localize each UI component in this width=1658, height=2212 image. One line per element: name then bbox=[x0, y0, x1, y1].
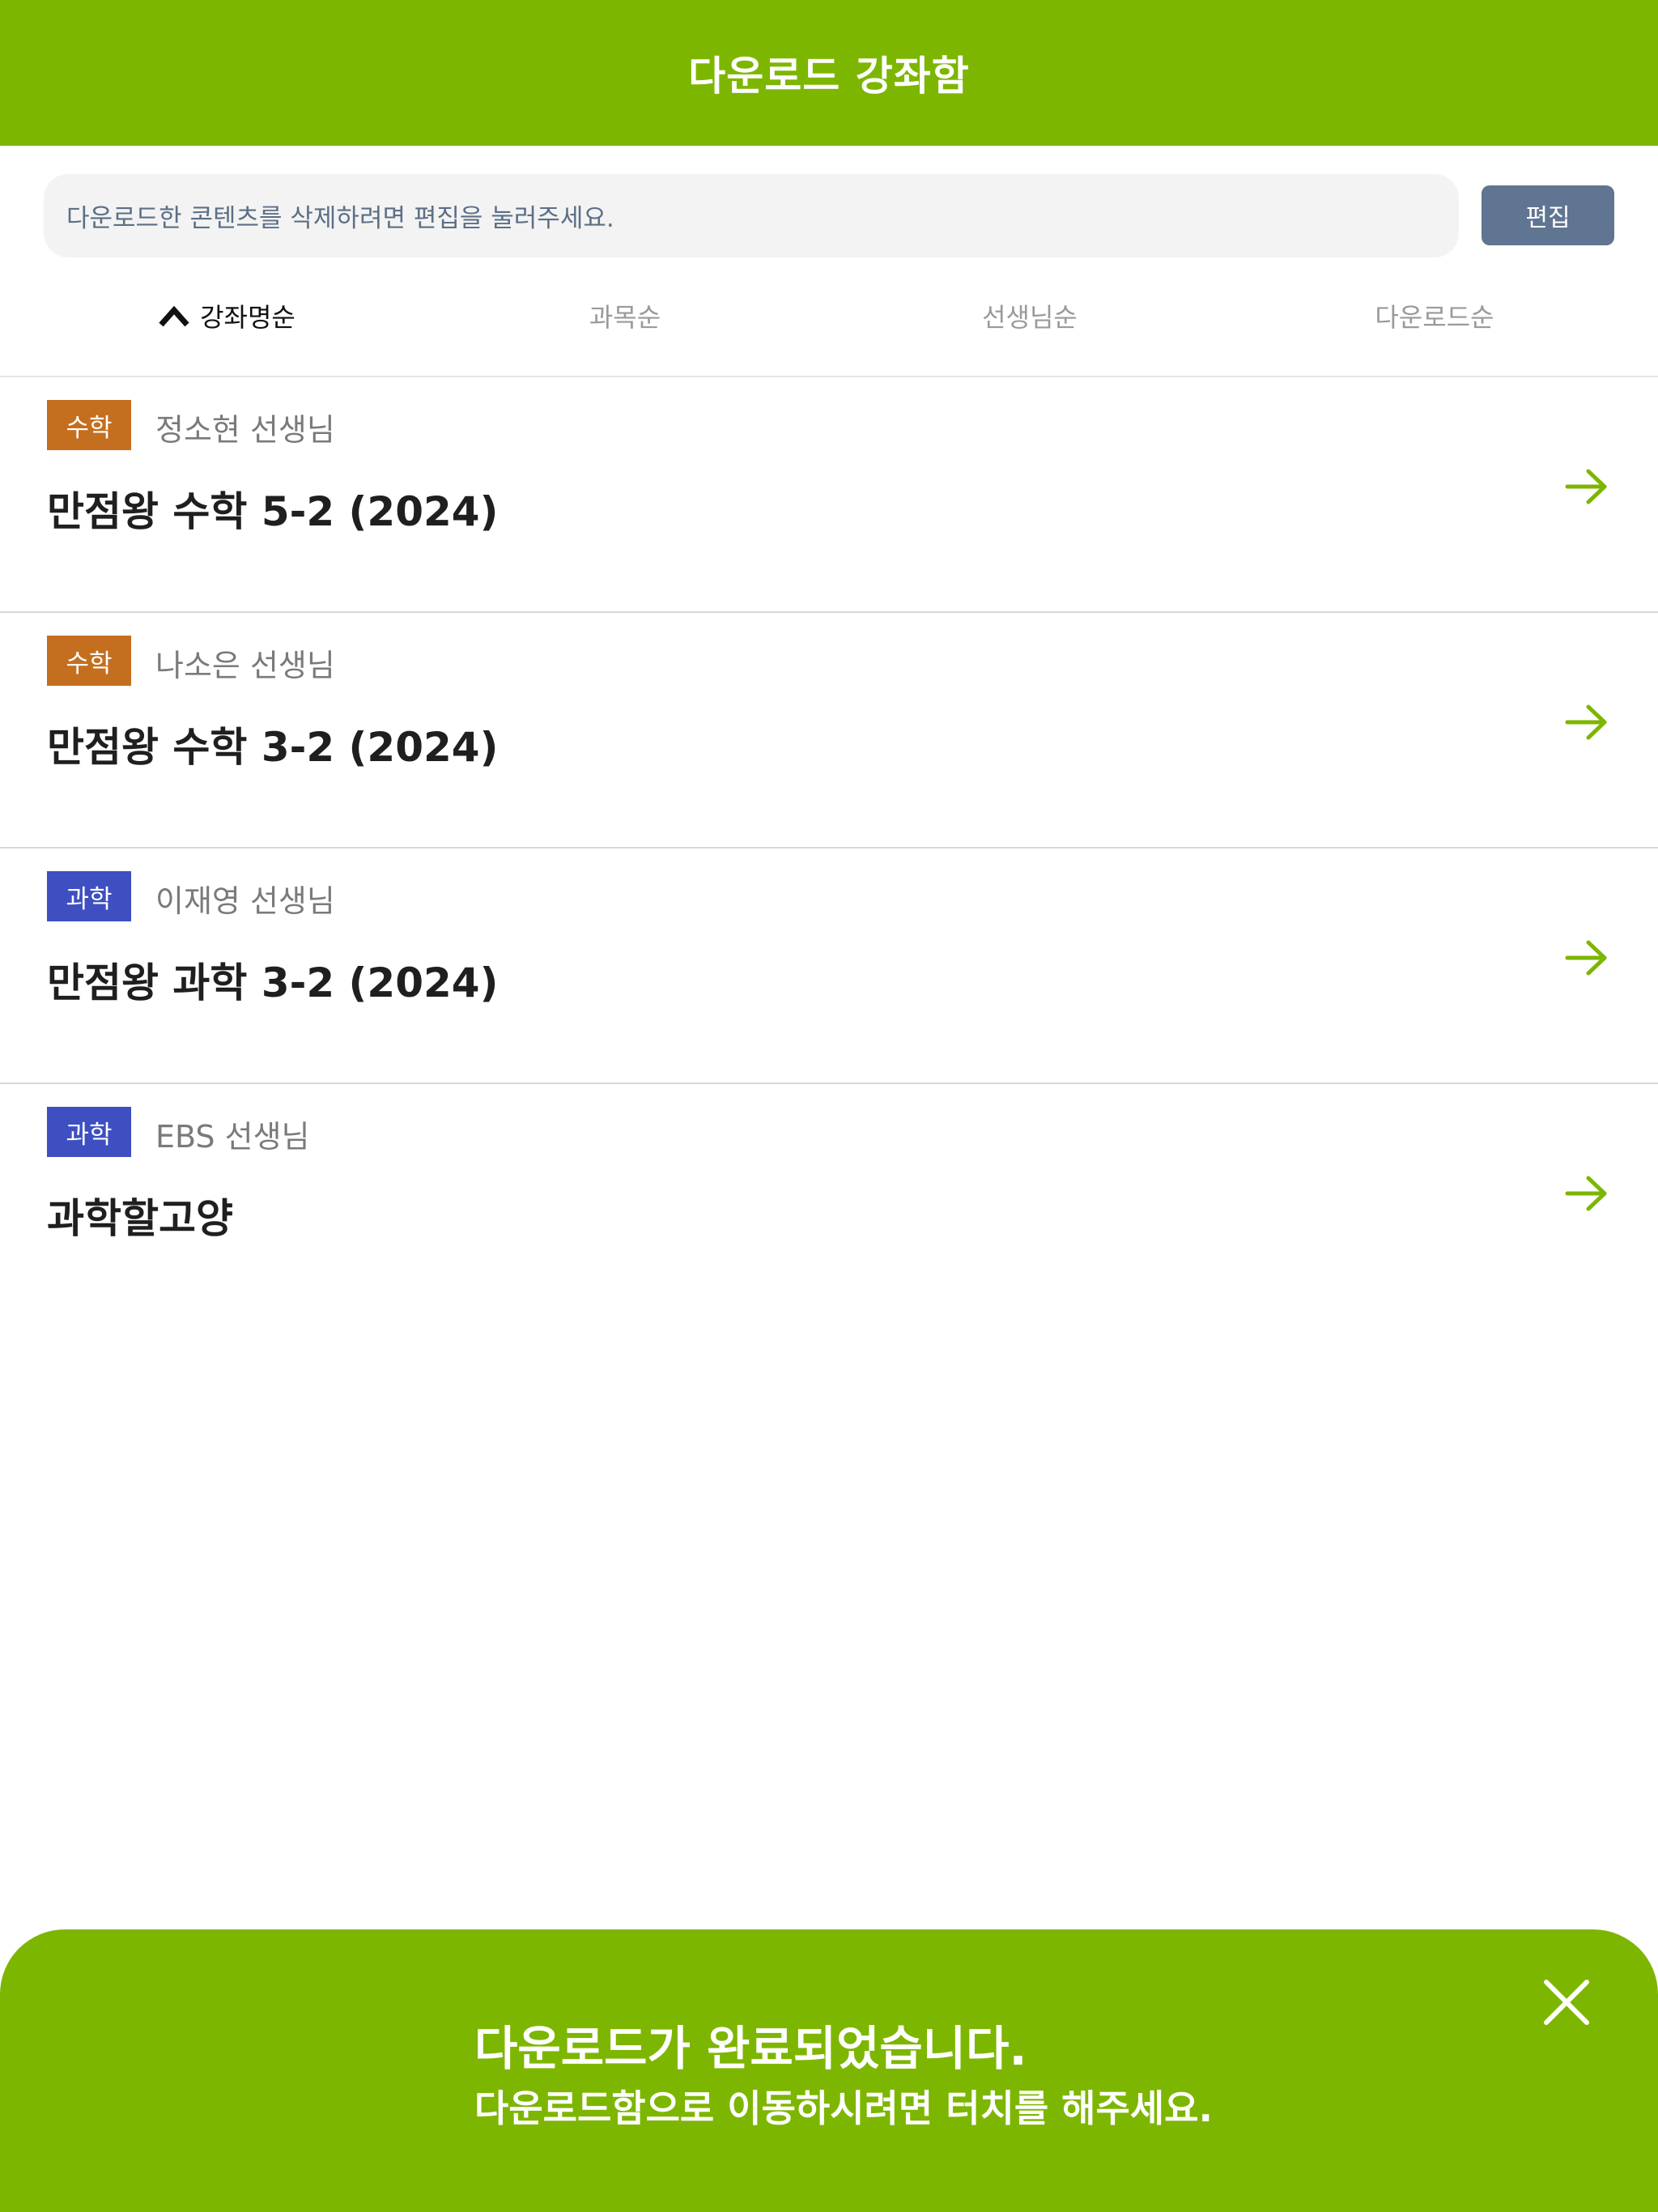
sort-tabs: 강좌명순 과목순 선생님순 다운로드순 bbox=[0, 283, 1658, 348]
subject-badge: 수학 bbox=[47, 400, 131, 450]
course-list-item[interactable]: 과학 이재영 선생님 만점왕 과학 3-2 (2024) bbox=[0, 849, 1658, 1084]
arrow-right-icon[interactable] bbox=[1562, 702, 1611, 742]
arrow-right-icon[interactable] bbox=[1562, 466, 1611, 507]
course-list: 수학 정소현 선생님 만점왕 수학 5-2 (2024) 수학 나소은 선생님 … bbox=[0, 377, 1658, 1320]
teacher-name: 이재영 선생님 bbox=[155, 883, 335, 919]
course-title: 만점왕 수학 5-2 (2024) bbox=[47, 488, 499, 535]
tab-label: 선생님순 bbox=[982, 302, 1078, 333]
course-title: 만점왕 수학 3-2 (2024) bbox=[47, 724, 499, 771]
toast-message: 다운로드가 완료되었습니다. bbox=[474, 2021, 1027, 2076]
arrow-right-icon[interactable] bbox=[1562, 938, 1611, 978]
download-complete-toast[interactable]: 다운로드가 완료되었습니다. 다운로드함으로 이동하시려면 터치를 해주세요. bbox=[0, 1929, 1658, 2212]
tab-sort-by-subject[interactable]: 과목순 bbox=[423, 283, 827, 348]
page-title: 다운로드 강좌함 bbox=[688, 53, 970, 100]
tab-sort-by-teacher[interactable]: 선생님순 bbox=[827, 283, 1232, 348]
tab-label: 강좌명순 bbox=[200, 302, 295, 333]
course-list-item[interactable]: 수학 나소은 선생님 만점왕 수학 3-2 (2024) bbox=[0, 613, 1658, 849]
tab-label: 다운로드순 bbox=[1375, 302, 1494, 333]
subject-badge: 수학 bbox=[47, 636, 131, 686]
course-title: 과학할고양 bbox=[47, 1195, 233, 1242]
subject-badge: 과학 bbox=[47, 871, 131, 921]
close-icon[interactable] bbox=[1538, 1974, 1595, 2031]
course-list-item[interactable]: 수학 정소현 선생님 만점왕 수학 5-2 (2024) bbox=[0, 377, 1658, 613]
edit-button[interactable]: 편집 bbox=[1482, 185, 1614, 245]
tab-sort-by-download[interactable]: 다운로드순 bbox=[1232, 283, 1637, 348]
teacher-name: 정소현 선생님 bbox=[155, 411, 335, 448]
arrow-right-icon[interactable] bbox=[1562, 1173, 1611, 1214]
tab-label: 과목순 bbox=[589, 302, 661, 333]
app-header: 다운로드 강좌함 bbox=[0, 0, 1658, 146]
delete-notice-text: 다운로드한 콘텐츠를 삭제하려면 편집을 눌러주세요. bbox=[66, 204, 614, 233]
subject-badge: 과학 bbox=[47, 1107, 131, 1157]
chevron-up-icon bbox=[159, 305, 189, 327]
tab-sort-by-course-name[interactable]: 강좌명순 bbox=[24, 283, 429, 348]
course-list-item[interactable]: 과학 EBS 선생님 과학할고양 bbox=[0, 1084, 1658, 1320]
teacher-name: EBS 선생님 bbox=[155, 1118, 310, 1155]
delete-notice-bar: 다운로드한 콘텐츠를 삭제하려면 편집을 눌러주세요. bbox=[44, 174, 1459, 257]
course-title: 만점왕 과학 3-2 (2024) bbox=[47, 959, 499, 1006]
teacher-name: 나소은 선생님 bbox=[155, 647, 335, 683]
toast-instruction: 다운로드함으로 이동하시려면 터치를 해주세요. bbox=[474, 2087, 1213, 2130]
